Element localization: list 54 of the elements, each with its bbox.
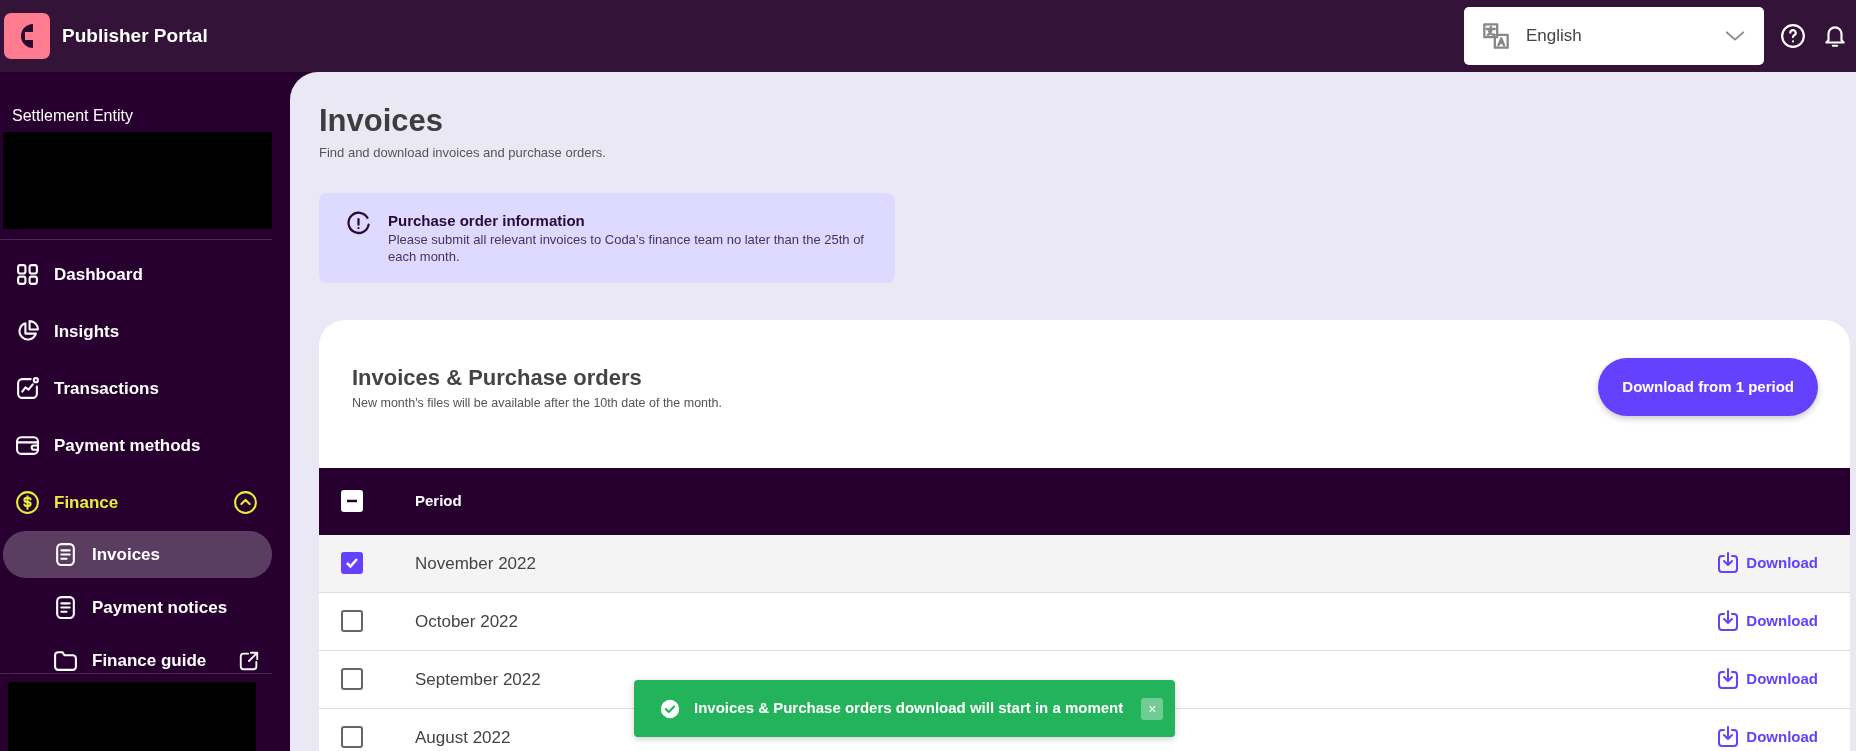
app-title: Publisher Portal: [62, 23, 208, 48]
download-link[interactable]: Download: [1716, 609, 1818, 634]
section-label: Settlement Entity: [11, 106, 134, 126]
language-value: English: [1526, 25, 1582, 48]
document-icon: [53, 595, 78, 621]
nav-item[interactable]: Finance guide: [3, 637, 272, 674]
alert-title: Purchase order information: [388, 210, 586, 231]
help-button[interactable]: [1780, 23, 1806, 49]
download-icon: [1716, 725, 1741, 750]
external-link-icon: [238, 649, 260, 672]
logo-icon: [4, 13, 50, 59]
language-select[interactable]: English: [1464, 7, 1764, 65]
nav-item[interactable]: Invoices: [3, 531, 272, 579]
row-checkbox[interactable]: [341, 668, 363, 691]
dollar-icon: [15, 490, 40, 516]
nav-item[interactable]: Dashboard: [3, 246, 272, 304]
download-button[interactable]: Download from 1 period: [1598, 357, 1818, 416]
document-icon: [53, 542, 78, 568]
help-icon: [1780, 23, 1806, 49]
period-cell-text: August 2022: [415, 726, 511, 749]
download-link[interactable]: Download: [1716, 725, 1818, 750]
info-icon: [345, 209, 372, 237]
row-checkbox[interactable]: [341, 726, 363, 749]
page-subtitle: Find and download invoices and purchase orders.: [319, 144, 607, 163]
translate-icon: [1482, 22, 1510, 50]
period-cell-text: November 2022: [415, 552, 536, 575]
check-circle-icon: [660, 698, 680, 719]
nav-item[interactable]: Payment methods: [3, 417, 272, 475]
nav-item[interactable]: Payment notices: [3, 584, 272, 632]
download-icon: [1716, 609, 1741, 634]
period-cell-text: October 2022: [415, 610, 518, 633]
checkmark-icon: [345, 556, 359, 571]
select-all-checkbox[interactable]: [341, 490, 363, 513]
folder-icon: [53, 648, 78, 674]
nav-item[interactable]: Finance: [3, 474, 272, 532]
row-checkbox[interactable]: [341, 552, 363, 575]
nav-item[interactable]: Transactions: [3, 360, 272, 418]
notifications-button[interactable]: [1822, 23, 1848, 49]
download-link[interactable]: Download: [1716, 667, 1818, 692]
page-title: Invoices: [319, 102, 445, 140]
nav-item[interactable]: Insights: [3, 303, 272, 361]
download-icon: [1716, 551, 1741, 576]
bell-icon: [1822, 23, 1848, 49]
grid-icon: [15, 262, 40, 288]
period-cell-text: September 2022: [415, 668, 541, 691]
row-checkbox[interactable]: [341, 610, 363, 633]
alert-text: Please submit all relevant invoices to Coda’s finance team no later than the 25th of each month.: [388, 232, 865, 266]
download-icon: [1716, 667, 1741, 692]
card-title: Invoices & Purchase orders: [352, 364, 643, 393]
toast-message: Invoices & Purchase orders download will start in a moment: [694, 698, 1124, 719]
chart-icon: [15, 376, 40, 402]
download-link[interactable]: Download: [1716, 551, 1818, 576]
card-subtitle: New month's files will be available after the 10th date of the month.: [352, 395, 722, 413]
column-header: Period: [415, 491, 462, 512]
